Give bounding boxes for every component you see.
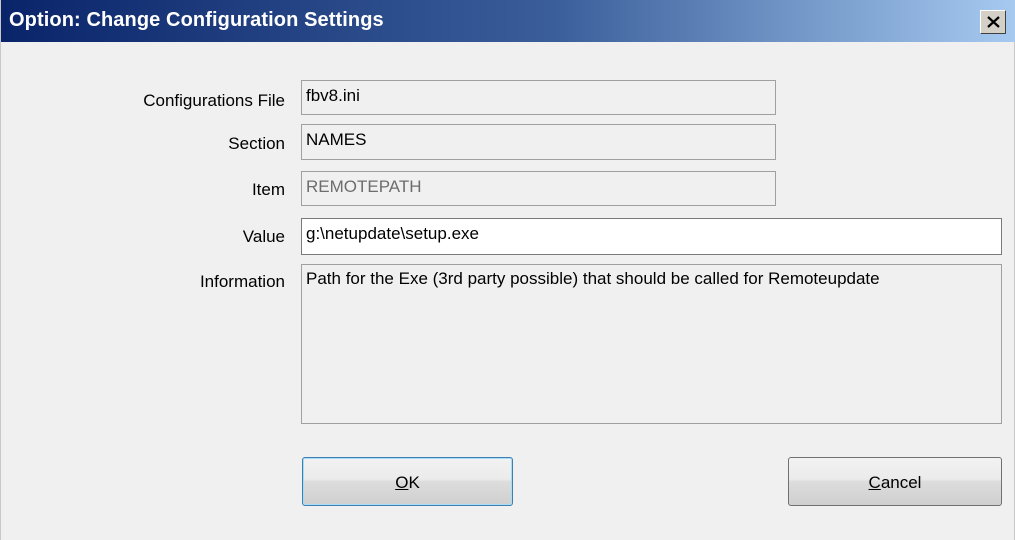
config-file-label: Configurations File — [143, 91, 285, 110]
information-text: Path for the Exe (3rd party possible) th… — [301, 264, 1002, 424]
close-button[interactable] — [980, 10, 1006, 34]
dialog-window: Option: Change Configuration Settings Co… — [0, 0, 1015, 540]
item-label: Item — [251, 180, 285, 199]
close-icon — [987, 16, 1000, 28]
dialog-title: Option: Change Configuration Settings — [9, 9, 384, 31]
ok-button-label: OK — [395, 473, 420, 492]
section-field: NAMES — [301, 124, 776, 160]
value-label: Value — [242, 227, 285, 246]
title-bar[interactable]: Option: Change Configuration Settings — [1, 0, 1015, 42]
information-label: Information — [199, 272, 285, 291]
value-input[interactable]: g:\netupdate\setup.exe — [301, 218, 1002, 255]
cancel-button[interactable]: Cancel — [788, 457, 1002, 506]
ok-button[interactable]: OK — [302, 457, 513, 506]
cancel-button-label: Cancel — [868, 473, 922, 492]
item-field: REMOTEPATH — [301, 171, 776, 206]
config-file-field: fbv8.ini — [301, 80, 776, 115]
section-label: Section — [228, 134, 285, 153]
